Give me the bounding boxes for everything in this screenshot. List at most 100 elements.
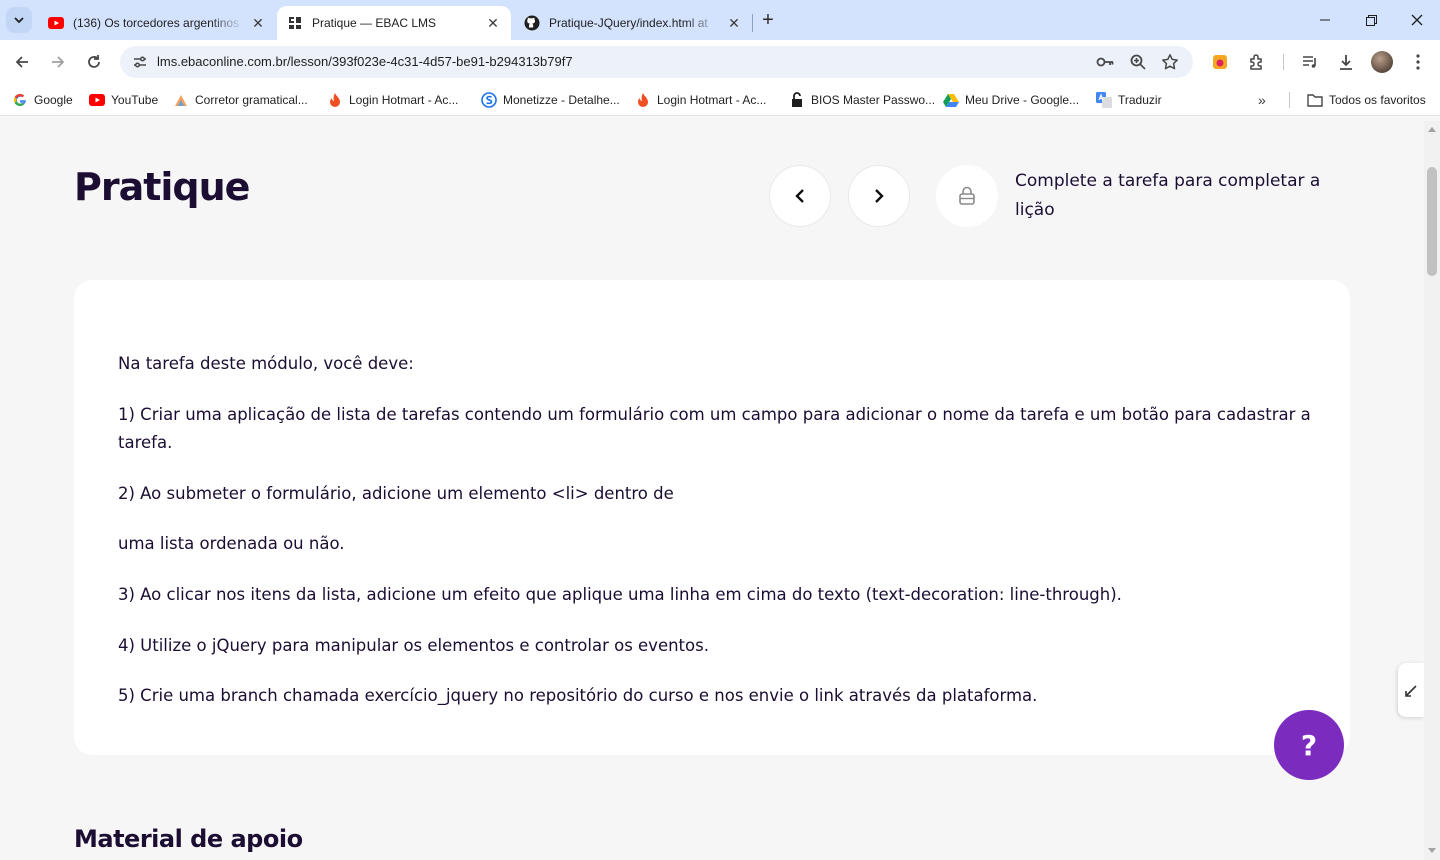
- bookmarks-overflow-button[interactable]: »: [1258, 92, 1266, 108]
- forward-button[interactable]: [44, 48, 72, 76]
- side-feedback-tab[interactable]: [1398, 663, 1424, 717]
- profile-avatar[interactable]: [1371, 51, 1393, 73]
- tab-title: Pratique — EBAC LMS: [312, 16, 437, 30]
- edit-icon: [1405, 685, 1417, 697]
- task-card: Na tarefa deste módulo, você deve: 1) Cr…: [74, 280, 1350, 755]
- complete-lesson-lock: [936, 165, 998, 227]
- minimize-icon: [1320, 19, 1330, 21]
- extensions-puzzle-icon[interactable]: [1247, 52, 1267, 72]
- bookmark-label: Todos os favoritos: [1329, 93, 1426, 107]
- github-icon: [524, 15, 540, 31]
- tune-icon: [134, 56, 146, 68]
- chevron-left-icon: [795, 189, 804, 203]
- bookmark-youtube[interactable]: YouTube: [89, 92, 158, 108]
- bookmarks-bar: Google YouTube Corretor gramatical... Lo…: [0, 84, 1440, 116]
- bookmark-label: Meu Drive - Google...: [965, 93, 1080, 107]
- google-icon: [12, 92, 28, 108]
- minimize-button[interactable]: [1302, 0, 1348, 40]
- youtube-icon: [89, 92, 105, 108]
- bookmark-label: Google: [34, 93, 73, 107]
- bookmark-monetizze[interactable]: Monetizze - Detalhe...: [481, 92, 620, 108]
- site-info-button[interactable]: [128, 50, 152, 74]
- instruction-item: 5) Crie uma branch chamada exercício_jqu…: [118, 686, 1038, 705]
- tab-ebac-active[interactable]: Pratique — EBAC LMS ✕: [277, 6, 511, 40]
- bookmark-google[interactable]: Google: [12, 92, 73, 108]
- chevron-right-icon: [875, 189, 884, 203]
- previous-lesson-button[interactable]: [769, 165, 831, 227]
- download-icon[interactable]: [1336, 52, 1356, 72]
- media-queue-icon[interactable]: [1300, 52, 1320, 72]
- bookmark-corretor[interactable]: Corretor gramatical...: [173, 92, 308, 108]
- close-icon: [1411, 14, 1423, 26]
- toolbar-divider: [1283, 54, 1284, 70]
- scroll-up-arrow[interactable]: [1428, 127, 1436, 132]
- close-icon[interactable]: ✕: [726, 15, 742, 31]
- close-icon[interactable]: ✕: [250, 15, 266, 31]
- page-title: Pratique: [74, 165, 250, 209]
- restore-button[interactable]: [1348, 0, 1394, 40]
- instruction-item: 4) Utilize o jQuery para manipular os el…: [118, 636, 709, 655]
- kebab-menu-icon[interactable]: [1408, 52, 1428, 72]
- tab-search-button[interactable]: [6, 7, 32, 33]
- arrow-right-icon: [52, 56, 65, 68]
- extension-honey-icon[interactable]: [1210, 52, 1230, 72]
- bookmark-star-icon[interactable]: [1160, 52, 1180, 72]
- back-button[interactable]: [8, 48, 36, 76]
- bookmark-label: YouTube: [111, 93, 159, 107]
- tab-github[interactable]: Pratique-JQuery/index.html at ✕: [514, 6, 752, 40]
- lock-icon: [959, 186, 975, 205]
- scroll-down-arrow[interactable]: [1428, 848, 1436, 853]
- bookmark-label: Traduzir: [1118, 93, 1162, 107]
- url-text[interactable]: lms.ebaconline.com.br/lesson/393f023e-4c…: [157, 54, 573, 69]
- lesson-page: Pratique Complete a tarefa para completa…: [0, 121, 1424, 860]
- password-key-icon[interactable]: [1095, 52, 1115, 72]
- bookmark-hotmart-2[interactable]: Login Hotmart - Ac...: [635, 92, 766, 108]
- instruction-item: uma lista ordenada ou não.: [118, 534, 345, 553]
- folder-icon: [1307, 92, 1323, 108]
- close-icon[interactable]: ✕: [485, 15, 501, 31]
- bookmark-hotmart-1[interactable]: Login Hotmart - Ac...: [327, 92, 458, 108]
- bookmark-bios[interactable]: BIOS Master Passwo...: [789, 92, 935, 108]
- lesson-completion-hint: Complete a tarefa para completar a lição: [1015, 171, 1321, 220]
- youtube-icon: [48, 15, 64, 31]
- tab-youtube[interactable]: (136) Os torcedores argentinos ✕: [38, 6, 276, 40]
- all-bookmarks-button[interactable]: Todos os favoritos: [1307, 92, 1426, 108]
- address-bar[interactable]: lms.ebaconline.com.br/lesson/393f023e-4c…: [120, 46, 1193, 78]
- restore-icon: [1365, 14, 1377, 26]
- support-material-heading: Material de apoio: [74, 825, 303, 853]
- instruction-item: 2) Ao submeter o formulário, adicione um…: [118, 484, 674, 503]
- monetizze-icon: [481, 92, 497, 108]
- bookmark-label: Login Hotmart - Ac...: [349, 93, 459, 107]
- bookmarks-divider: [1289, 92, 1290, 108]
- lock-open-icon: [789, 92, 805, 108]
- page-scrollbar[interactable]: [1424, 121, 1440, 860]
- bookmark-label: Login Hotmart - Ac...: [657, 93, 767, 107]
- next-lesson-button[interactable]: [848, 165, 910, 227]
- instruction-intro: Na tarefa deste módulo, você deve:: [118, 354, 414, 373]
- bookmark-label: Corretor gramatical...: [195, 93, 308, 107]
- scroll-thumb[interactable]: [1427, 167, 1437, 276]
- bookmark-traduzir[interactable]: Traduzir: [1096, 92, 1162, 108]
- bookmark-label: BIOS Master Passwo...: [811, 93, 936, 107]
- ebac-icon: [287, 15, 303, 31]
- help-button[interactable]: ?: [1274, 710, 1344, 780]
- instruction-item: 3) Ao clicar nos itens da lista, adicion…: [118, 585, 1122, 604]
- hotmart-icon: [635, 92, 651, 108]
- corretor-icon: [173, 92, 189, 108]
- tab-title: (136) Os torcedores argentinos: [73, 16, 240, 30]
- google-translate-icon: [1096, 92, 1112, 108]
- instruction-item: 1) Criar uma aplicação de lista de taref…: [118, 405, 1311, 452]
- tab-divider: [752, 14, 753, 32]
- new-tab-button[interactable]: +: [756, 8, 780, 32]
- bookmark-label: Monetizze - Detalhe...: [503, 93, 620, 107]
- chevron-down-icon: [14, 17, 24, 24]
- google-drive-icon: [943, 92, 959, 108]
- tab-title: Pratique-JQuery/index.html at: [549, 16, 708, 30]
- reload-button[interactable]: [80, 48, 108, 76]
- zoom-icon[interactable]: [1128, 52, 1148, 72]
- close-window-button[interactable]: [1394, 0, 1440, 40]
- bookmark-drive[interactable]: Meu Drive - Google...: [943, 92, 1079, 108]
- tab-strip: (136) Os torcedores argentinos ✕ Pratiqu…: [0, 0, 1440, 40]
- reload-icon: [88, 55, 100, 68]
- arrow-left-icon: [15, 56, 28, 68]
